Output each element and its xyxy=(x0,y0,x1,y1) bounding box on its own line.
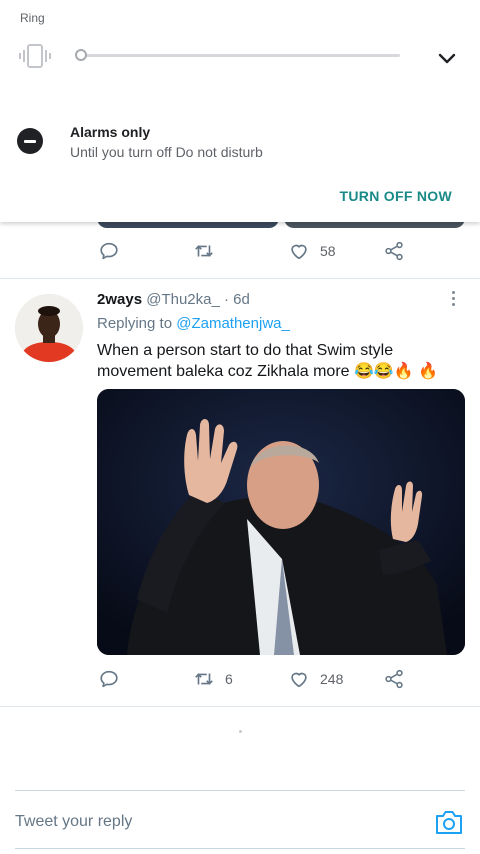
share-button[interactable] xyxy=(383,668,405,690)
like-count: 248 xyxy=(320,671,344,687)
like-button[interactable]: 58 xyxy=(288,240,336,262)
volume-panel: Ring Alarms only Until you turn off Do n… xyxy=(0,0,480,222)
share-icon xyxy=(385,669,403,689)
like-button[interactable]: 248 xyxy=(288,668,343,690)
dnd-subtitle: Until you turn off Do not disturb xyxy=(70,144,263,160)
avatar-photo xyxy=(15,294,83,362)
tweet-divider xyxy=(0,706,480,707)
tweet-text: When a person start to do that Swim styl… xyxy=(97,342,439,380)
heart-icon xyxy=(291,244,307,260)
replying-mention-link[interactable]: @Zamathenjwa_ xyxy=(176,315,290,332)
tweet-divider xyxy=(0,278,480,279)
vibrate-icon[interactable] xyxy=(18,43,52,69)
share-icon xyxy=(385,241,403,261)
volume-slider-track[interactable] xyxy=(80,54,400,57)
reply-input[interactable] xyxy=(15,800,415,844)
composer-divider xyxy=(15,790,465,791)
retweet-button[interactable] xyxy=(193,240,215,262)
tweet-age: 6d xyxy=(233,291,250,308)
do-not-disturb-icon xyxy=(17,128,43,154)
loading-indicator xyxy=(239,730,242,733)
reply-composer xyxy=(0,790,480,854)
tweet-media-image[interactable] xyxy=(97,389,465,655)
tweet-actions: 6 248 xyxy=(98,668,418,694)
heart-icon xyxy=(291,672,307,688)
user-handle[interactable]: @Thu2ka_ xyxy=(146,291,220,308)
like-count: 58 xyxy=(320,243,336,259)
dnd-title: Alarms only xyxy=(70,124,151,140)
reply-button[interactable] xyxy=(98,240,120,262)
tweet-header: 2ways @Thu2ka_ · 6d xyxy=(97,291,250,308)
reply-icon xyxy=(100,242,118,260)
tweet-photo xyxy=(97,389,465,655)
reply-button[interactable] xyxy=(98,668,120,690)
camera-icon[interactable] xyxy=(434,808,464,836)
stream-label: Ring xyxy=(20,11,45,25)
replying-to: Replying to @Zamathenjwa_ xyxy=(97,315,290,332)
more-options-icon[interactable] xyxy=(451,291,457,309)
turn-off-now-button[interactable]: TURN OFF NOW xyxy=(340,188,452,204)
share-button[interactable] xyxy=(383,240,405,262)
volume-slider-thumb[interactable] xyxy=(75,49,87,61)
replying-prefix: Replying to xyxy=(97,315,173,332)
retweet-button[interactable]: 6 xyxy=(193,668,233,690)
chevron-down-icon[interactable] xyxy=(436,48,458,68)
previous-tweet-actions: 58 xyxy=(98,240,418,266)
reply-icon xyxy=(100,670,118,688)
avatar[interactable] xyxy=(15,294,83,362)
display-name[interactable]: 2ways xyxy=(97,291,142,308)
retweet-icon xyxy=(195,673,213,685)
composer-underline xyxy=(15,848,465,849)
separator-dot: · xyxy=(224,291,229,308)
retweet-count: 6 xyxy=(225,671,233,687)
retweet-icon xyxy=(195,245,213,257)
